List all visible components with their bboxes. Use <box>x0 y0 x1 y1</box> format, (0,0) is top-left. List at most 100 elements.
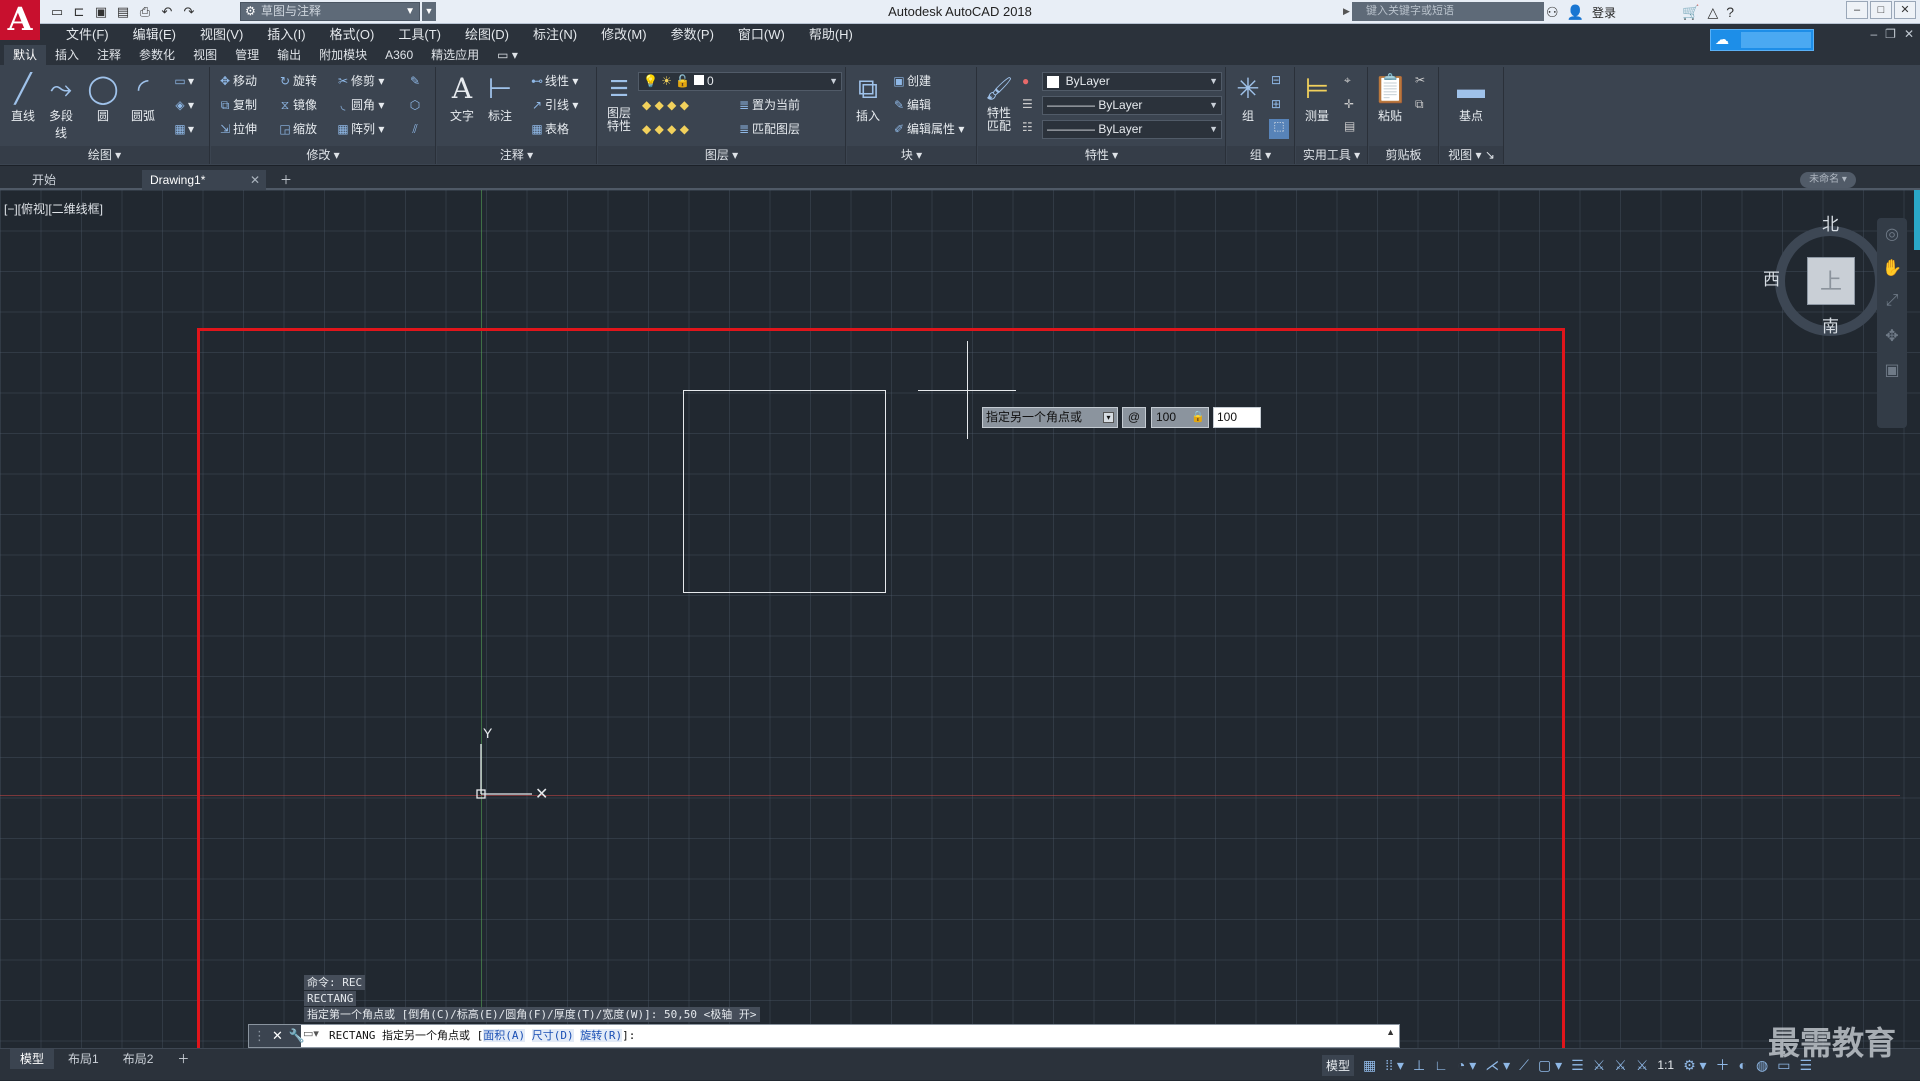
showmotion-icon[interactable]: ▣ <box>1882 360 1902 384</box>
ribbon-minimize-toggle[interactable]: ▭ ▾ <box>488 45 527 65</box>
qat-customize-button[interactable]: ▼ <box>422 2 436 21</box>
create-block-button[interactable]: ▣ 创建 <box>891 71 931 91</box>
menu-help[interactable]: 帮助(H) <box>797 26 865 44</box>
scale-button[interactable]: ◲ 缩放 <box>277 119 317 139</box>
linetype-dropdown[interactable]: ———— ByLayer ▼ <box>1042 96 1222 115</box>
viewcube[interactable]: 上 北 南 西 东 <box>1763 214 1899 337</box>
menu-parametric[interactable]: 参数(P) <box>659 26 726 44</box>
print-icon[interactable]: ⎙ <box>136 3 154 21</box>
compass-south[interactable]: 南 <box>1822 312 1839 337</box>
close-icon[interactable]: ✕ <box>272 1028 283 1044</box>
tab-drawing1[interactable]: Drawing1* ✕ <box>142 170 266 190</box>
view-panel-title[interactable]: 视图 ▾ ↘ <box>1440 146 1503 164</box>
menu-window[interactable]: 窗口(W) <box>726 26 797 44</box>
edit-block-button[interactable]: ✎ 编辑 <box>891 95 931 115</box>
maximize-button[interactable]: □ <box>1870 1 1892 19</box>
close-icon[interactable]: ✕ <box>250 170 260 190</box>
annotation-scale-icon[interactable]: ⚔ <box>1636 1057 1649 1074</box>
lineweight-toggle-icon[interactable]: ☰ <box>1571 1057 1584 1074</box>
tab-default[interactable]: 默认 <box>4 45 47 65</box>
menu-tools[interactable]: 工具(T) <box>386 26 453 44</box>
boundary-button[interactable]: ▦ ▾ <box>172 119 194 139</box>
doc-close-button[interactable]: ✕ <box>1904 27 1914 41</box>
tab-featured-apps[interactable]: 精选应用 <box>422 45 488 65</box>
save-as-icon[interactable]: ▤ <box>114 3 132 21</box>
save-icon[interactable]: ▣ <box>92 3 110 21</box>
layer-tools-row2[interactable]: ◆ ◆ ◆ ◆ <box>642 119 689 139</box>
ungroup-icon[interactable]: ⊟ <box>1271 73 1281 87</box>
insert-block-button[interactable]: ⧉ 插入 <box>851 71 885 124</box>
layer-tools-row1[interactable]: ◆ ◆ ◆ ◆ <box>642 95 689 115</box>
offset-button[interactable]: ⫽ <box>407 119 423 139</box>
modify-panel-title[interactable]: 修改 ▾ <box>211 146 435 164</box>
isometric-icon[interactable]: ⋌ ▾ <box>1485 1057 1510 1074</box>
minimize-button[interactable]: – <box>1846 1 1868 19</box>
tab-parametric[interactable]: 参数化 <box>130 45 184 65</box>
dimension-button[interactable]: ⊢ 标注 <box>483 71 517 124</box>
quick-select-icon[interactable]: ⌖ <box>1344 73 1351 88</box>
draw-panel-title[interactable]: 绘图 ▾ <box>0 146 209 164</box>
dynamic-input-y-field[interactable]: 100 <box>1213 407 1261 428</box>
tab-insert[interactable]: 插入 <box>46 45 88 65</box>
new-tab-button[interactable]: ＋ <box>276 170 296 190</box>
application-menu-button[interactable]: A <box>0 0 40 40</box>
command-line[interactable]: ⋮ ✕ 🔧 ▭▾ RECTANG 指定另一个角点或 [面积(A) 尺寸(D) 旋… <box>248 1024 1400 1048</box>
tab-layout2[interactable]: 布局2 <box>113 1049 164 1069</box>
annotation-panel-title[interactable]: 注释 ▾ <box>437 146 596 164</box>
menu-file[interactable]: 文件(F) <box>54 26 121 44</box>
polar-tracking-icon[interactable]: ◔ ▾ <box>1457 1057 1476 1074</box>
viewcube-top-face[interactable]: 上 <box>1807 257 1855 305</box>
match-properties-button[interactable]: 🖌 特性 匹配 <box>982 71 1016 133</box>
hatch-button[interactable]: ◈ ▾ <box>172 95 194 115</box>
user-icon[interactable]: 👤 <box>1567 4 1584 21</box>
menu-format[interactable]: 格式(O) <box>318 26 387 44</box>
gear-icon[interactable]: ⚙ ▾ <box>1683 1057 1706 1074</box>
mirror-button[interactable]: ⧖ 镜像 <box>277 95 317 115</box>
wcs-dropdown[interactable]: 未命名 ▾ <box>1800 172 1856 188</box>
a360-icon[interactable]: △ <box>1707 4 1718 21</box>
compass-north[interactable]: 北 <box>1822 210 1839 235</box>
tab-start[interactable]: 开始 <box>24 170 134 190</box>
table-button[interactable]: ▦ 表格 <box>529 119 569 139</box>
workspace-dropdown[interactable]: ⚙ 草图与注释 ▼ <box>240 2 420 21</box>
properties-panel-title[interactable]: 特性 ▾ <box>978 146 1225 164</box>
group-button[interactable]: ✳ 组 <box>1231 71 1265 124</box>
menu-modify[interactable]: 修改(M) <box>589 26 659 44</box>
ortho-icon[interactable]: ∟ <box>1434 1057 1448 1073</box>
layer-dropdown[interactable]: 💡 ☀ 🔓 0 ▼ <box>638 72 842 91</box>
tab-addins[interactable]: 附加模块 <box>310 45 376 65</box>
new-file-icon[interactable]: ▭ <box>48 3 66 21</box>
menu-dimension[interactable]: 标注(N) <box>521 26 589 44</box>
zoom-extents-icon[interactable]: ⤢ <box>1882 292 1902 316</box>
group-edit-icon[interactable]: ⊞ <box>1271 97 1281 111</box>
help-search-input[interactable]: ▶ 键入关键字或短语 <box>1343 2 1544 21</box>
orbit-icon[interactable]: ✥ <box>1882 326 1902 350</box>
array-button[interactable]: ▦ 阵列 ▾ <box>335 119 384 139</box>
steering-wheel-icon[interactable]: ◎ <box>1882 224 1902 248</box>
cut-icon[interactable]: ✂ <box>1415 73 1425 87</box>
open-file-icon[interactable]: ⊏ <box>70 3 88 21</box>
dynamic-input-x-field[interactable]: 100 🔒 <box>1151 407 1209 428</box>
rectangle-button[interactable]: ▭ ▾ <box>172 71 194 91</box>
copy-clip-icon[interactable]: ⧉ <box>1415 97 1424 112</box>
tab-manage[interactable]: 管理 <box>226 45 268 65</box>
hardware-acceleration-icon[interactable]: ◍ <box>1756 1057 1768 1074</box>
tab-view[interactable]: 视图 <box>184 45 226 65</box>
measure-button[interactable]: ⊨ 测量 <box>1300 71 1334 124</box>
leader-button[interactable]: ↗ 引线 ▾ <box>529 95 578 115</box>
base-view-button[interactable]: ▬ 基点 <box>1454 71 1488 124</box>
block-panel-title[interactable]: 块 ▾ <box>847 146 976 164</box>
line-button[interactable]: ╱ 直线 <box>6 71 40 124</box>
options-dropdown-icon[interactable]: ▾ <box>1103 412 1114 423</box>
grid-icon[interactable]: ▦ <box>1363 1057 1376 1074</box>
layer-properties-button[interactable]: ☰ 图层 特性 <box>602 71 636 133</box>
point-icon[interactable]: ✛ <box>1344 97 1354 111</box>
grip-icon[interactable]: ⋮ <box>253 1028 266 1044</box>
option-rotation[interactable]: 旋转(R) <box>580 1029 623 1042</box>
recent-commands-icon[interactable]: ▭▾ <box>303 1027 319 1040</box>
edit-attributes-button[interactable]: ✐ 编辑属性 ▾ <box>891 119 964 139</box>
group-select-icon[interactable]: ⬚ <box>1269 119 1289 139</box>
cart-icon[interactable]: 🛒 <box>1682 4 1699 21</box>
tab-output[interactable]: 输出 <box>268 45 310 65</box>
arc-button[interactable]: ◜ 圆弧 <box>126 71 160 124</box>
